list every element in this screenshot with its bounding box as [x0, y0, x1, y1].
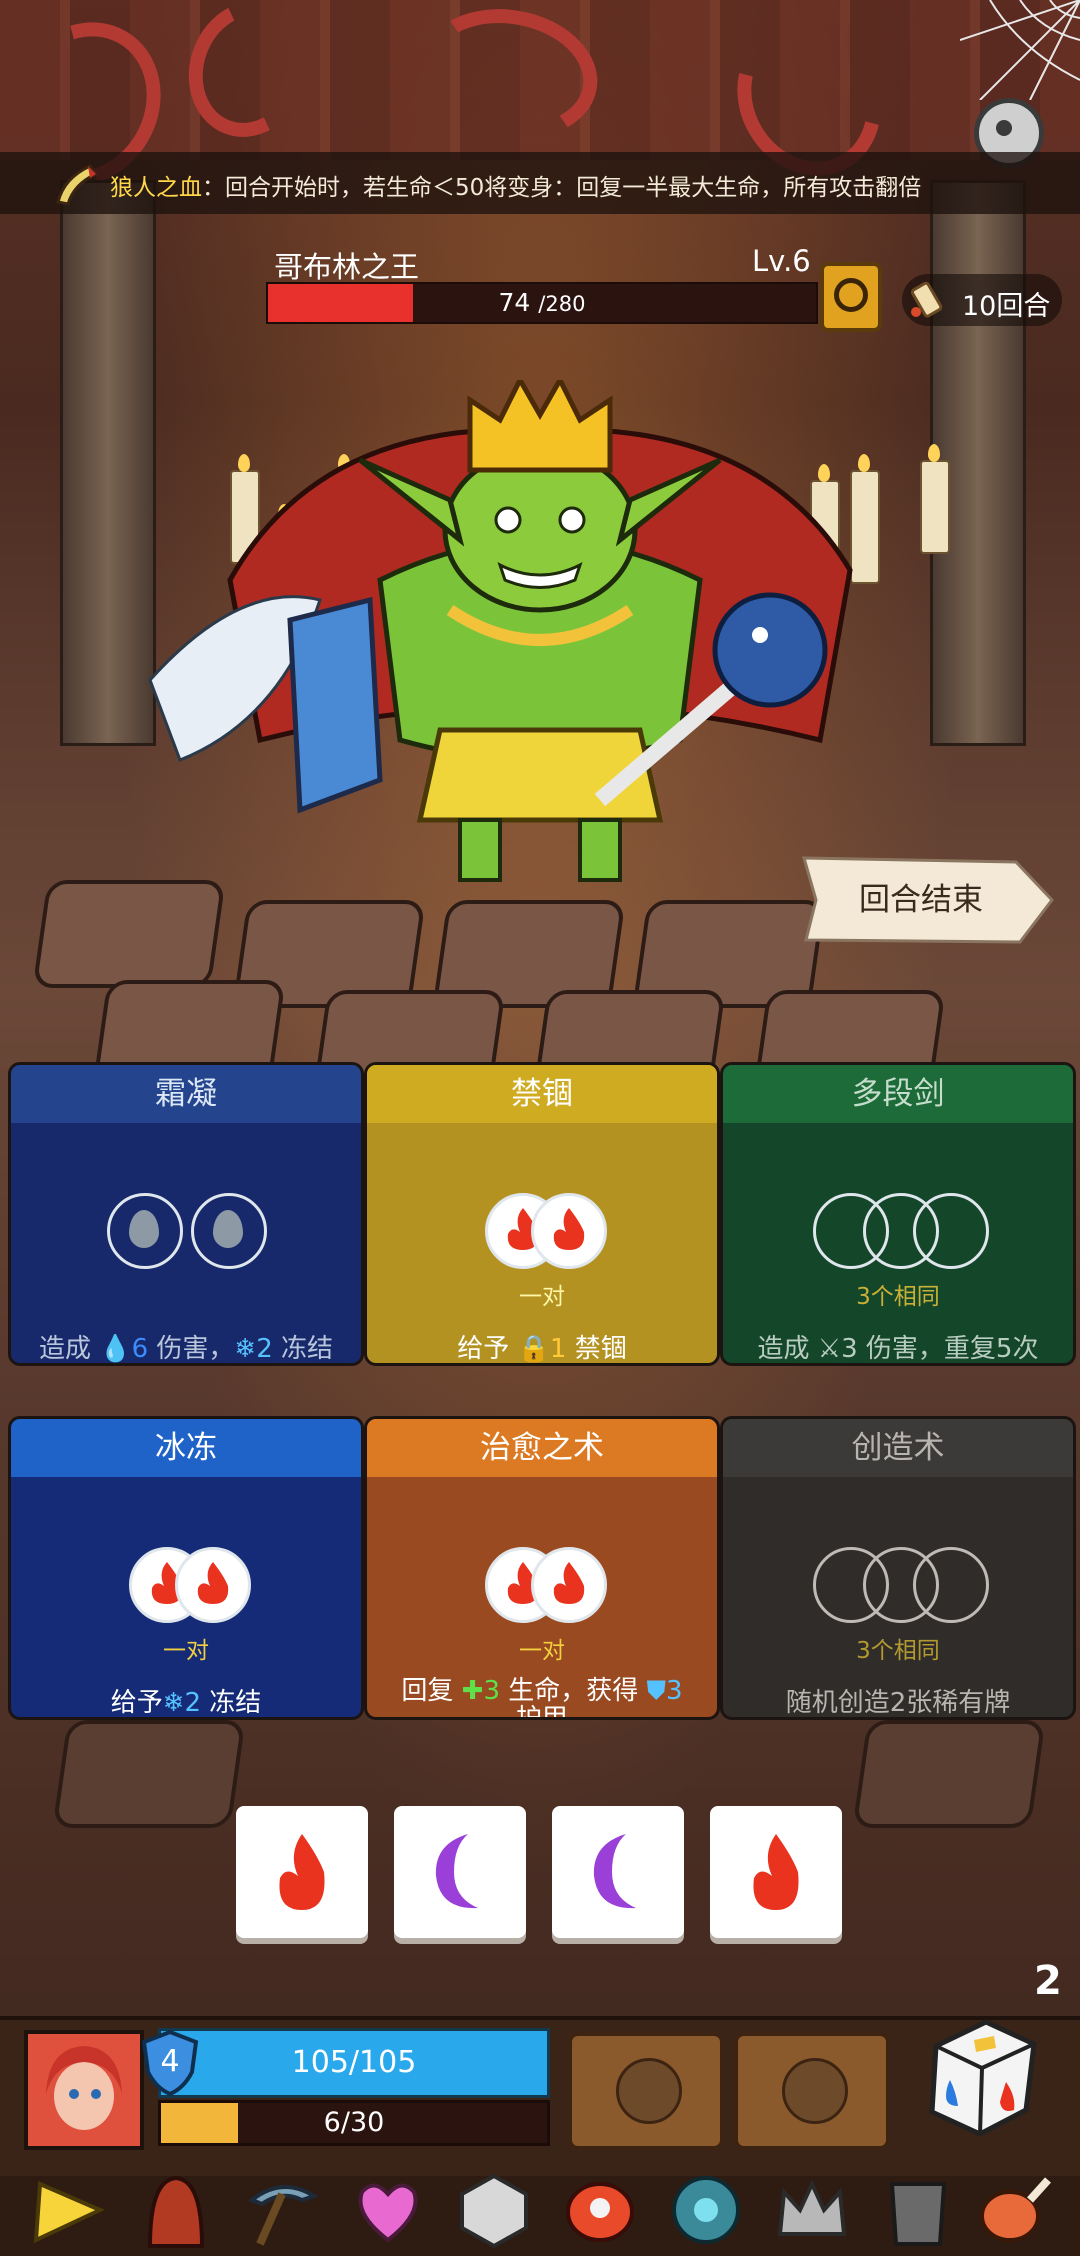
fire-icon — [753, 1834, 799, 1910]
inspect-button[interactable] — [820, 262, 882, 332]
buff-description: 狼人之血：回合开始时，若生命＜50将变身：回复一半最大生命，所有攻击翻倍 — [110, 168, 921, 202]
armor-value: 4 — [160, 2044, 180, 2079]
magnifier-icon — [834, 278, 868, 312]
snowflake-icon: ❄ — [162, 1688, 185, 1718]
dice-slot-empty[interactable] — [913, 1547, 989, 1623]
fire-icon — [279, 1834, 325, 1910]
water-drop-icon — [129, 1210, 159, 1248]
boss-hp-text: 74 /280 — [268, 284, 816, 323]
card-title: 霜凝 — [11, 1065, 361, 1123]
sword-icon: ⚔ — [817, 1334, 842, 1364]
spider-web-decoration — [960, 0, 1080, 100]
rolled-die-fire[interactable] — [236, 1806, 368, 1938]
snowflake-icon: ❄ — [234, 1334, 257, 1364]
player-xp-bar: 6/30 — [158, 2100, 550, 2146]
pickaxe-item-icon[interactable] — [242, 2170, 322, 2250]
dice-slot-empty[interactable] — [913, 1193, 989, 1269]
dice-slot-water[interactable] — [191, 1193, 267, 1269]
boss-hp-current: 74 — [498, 288, 531, 317]
card-description: 给予 🔒1 禁锢 — [457, 1334, 627, 1364]
d20-icon — [616, 2058, 682, 2124]
card-freeze[interactable]: 冰冻 一对 给予❄2 冻结 — [8, 1416, 364, 1720]
card-creation[interactable]: 创造术 3个相同 随机创造2张稀有牌 — [720, 1416, 1076, 1720]
card-description: 给予❄2 冻结 — [110, 1688, 262, 1718]
buff-effect: ：回合开始时，若生命＜50将变身：回复一半最大生命，所有攻击翻倍 — [202, 175, 922, 201]
player-xp-text: 6/30 — [323, 2107, 385, 2138]
card-requirement: 3个相同 — [856, 1638, 940, 1664]
rolled-die-fire[interactable] — [710, 1806, 842, 1938]
card-description: 造成 💧6 伤害，❄2 冻结 — [38, 1334, 334, 1364]
floor-tile — [852, 1720, 1046, 1828]
rolled-die-moon[interactable] — [394, 1806, 526, 1938]
fire-icon — [197, 1562, 229, 1604]
round-count: 10回合 — [962, 291, 1051, 322]
player-portrait[interactable] — [24, 2030, 144, 2150]
fire-icon — [553, 1208, 585, 1250]
boss-level: Lv.6 — [752, 244, 811, 278]
card-frost[interactable]: 霜凝 造成 💧6 伤害，❄2 冻结 — [8, 1062, 364, 1366]
dice-slot-fire[interactable] — [531, 1547, 607, 1623]
crown-item-icon[interactable] — [772, 2170, 852, 2250]
player-hp-text: 105/105 — [291, 2045, 417, 2080]
dice-slot-fire[interactable] — [531, 1193, 607, 1269]
card-requirement: 一对 — [519, 1284, 565, 1310]
d20-item-icon[interactable] — [454, 2170, 534, 2250]
card-title: 冰冻 — [11, 1419, 361, 1477]
heart-amulet-item-icon[interactable] — [348, 2170, 428, 2250]
cheese-item-icon[interactable] — [30, 2170, 110, 2250]
hero-avatar — [28, 2034, 140, 2146]
relic-slot-orb[interactable] — [734, 2032, 890, 2150]
card-description: 随机创造2张稀有牌 — [785, 1688, 1011, 1718]
meat-item-icon[interactable] — [974, 2170, 1054, 2250]
card-title: 多段剑 — [723, 1065, 1073, 1123]
card-title: 禁锢 — [367, 1065, 717, 1123]
blood-horn-icon — [56, 164, 99, 206]
water-drop-icon: 💧 — [99, 1334, 132, 1364]
card-description: 造成 ⚔3 伤害，重复5次 — [757, 1334, 1039, 1364]
boss-hp-bar: 74 /280 — [266, 282, 818, 324]
floor-tile — [52, 1720, 246, 1828]
relic-slot-dice[interactable] — [568, 2032, 724, 2150]
armor-item-icon[interactable] — [878, 2170, 958, 2250]
boss-name: 哥布林之王 — [274, 250, 420, 284]
goblin-king-enemy[interactable] — [120, 380, 960, 900]
moon-icon — [593, 1834, 636, 1909]
shield-icon: ⛊ — [646, 1676, 667, 1706]
rune-stone-item-icon[interactable] — [666, 2170, 746, 2250]
card-multi-sword[interactable]: 多段剑 3个相同 造成 ⚔3 伤害，重复5次 — [720, 1062, 1076, 1366]
dice-slot-fire[interactable] — [175, 1547, 251, 1623]
boss-hp-max: /280 — [538, 292, 586, 316]
moon-icon — [435, 1834, 478, 1909]
end-turn-button[interactable]: 回合结束 — [796, 852, 1046, 948]
hood-item-icon[interactable] — [136, 2170, 216, 2250]
card-requirement: 一对 — [519, 1638, 565, 1664]
rolls-remaining: 2 — [1034, 1958, 1062, 2004]
card-healing[interactable]: 治愈之术 一对 回复 ✚3 生命，获得 ⛊3 护甲 — [364, 1416, 720, 1720]
card-title: 创造术 — [723, 1419, 1073, 1477]
plus-icon: ✚ — [461, 1676, 484, 1706]
card-imprison[interactable]: 禁锢 一对 给予 🔒1 禁锢 — [364, 1062, 720, 1366]
card-description: 回复 ✚3 生命，获得 ⛊3 护甲 — [401, 1676, 683, 1720]
mask-item-icon[interactable] — [560, 2170, 640, 2250]
orb-icon — [782, 2058, 848, 2124]
rolled-die-moon[interactable] — [552, 1806, 684, 1938]
card-requirement: 一对 — [163, 1638, 209, 1664]
lock-icon: 🔒 — [517, 1334, 550, 1364]
player-hp-bar: 105/105 — [158, 2028, 550, 2098]
card-title: 治愈之术 — [367, 1419, 717, 1477]
fire-icon — [553, 1562, 585, 1604]
card-requirement: 3个相同 — [856, 1284, 940, 1310]
dice-slot-water[interactable] — [107, 1193, 183, 1269]
scroll-icon — [910, 281, 943, 318]
roll-dice-button[interactable] — [916, 2010, 1046, 2140]
buff-name: 狼人之血 — [110, 175, 202, 201]
water-drop-icon — [213, 1210, 243, 1248]
